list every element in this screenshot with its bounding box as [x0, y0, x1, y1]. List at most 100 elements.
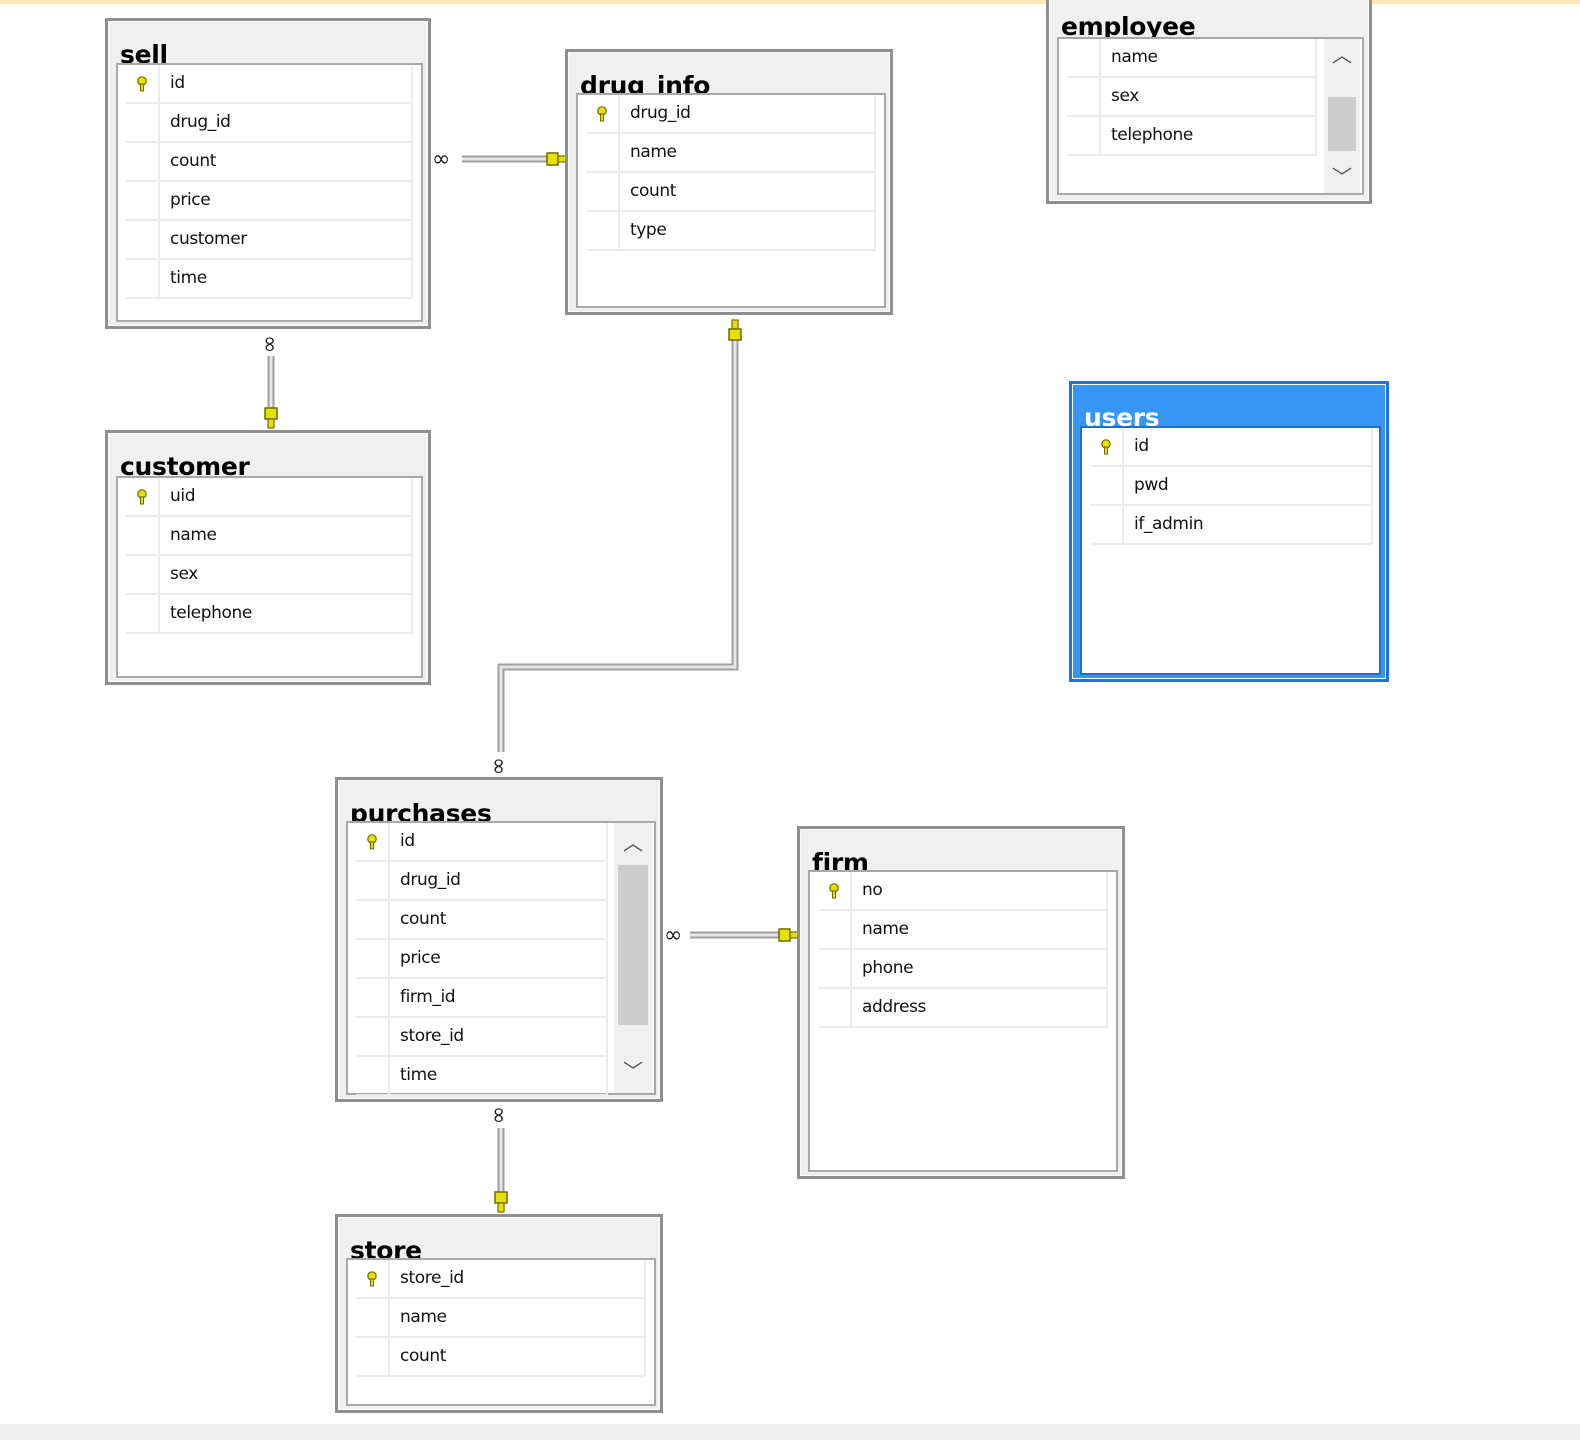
- column-row[interactable]: no: [818, 872, 1108, 911]
- row-selector[interactable]: [126, 104, 160, 141]
- scrollbar[interactable]: ︿ ﹀: [614, 823, 652, 1093]
- row-selector[interactable]: [356, 1299, 390, 1336]
- row-selector[interactable]: [356, 823, 390, 860]
- column-row[interactable]: name: [126, 517, 413, 556]
- row-selector[interactable]: [586, 95, 620, 132]
- row-selector[interactable]: [126, 182, 160, 219]
- column-row[interactable]: name: [356, 1299, 646, 1338]
- scroll-thumb[interactable]: [1328, 97, 1356, 151]
- row-selector[interactable]: [1067, 39, 1101, 76]
- column-row[interactable]: store_id: [356, 1260, 646, 1299]
- row-selector[interactable]: [356, 940, 390, 977]
- scroll-thumb[interactable]: [618, 865, 648, 1025]
- chevron-down-icon[interactable]: ﹀: [614, 1057, 652, 1085]
- row-selector[interactable]: [126, 517, 160, 554]
- column-row[interactable]: address: [818, 989, 1108, 1028]
- scrollbar[interactable]: ︿ ﹀: [1324, 39, 1360, 193]
- primary-key-icon: [728, 319, 742, 341]
- row-selector[interactable]: [356, 1338, 390, 1375]
- column-row[interactable]: price: [356, 940, 608, 979]
- column-row[interactable]: drug_id: [586, 95, 876, 134]
- column-row[interactable]: count: [356, 901, 608, 940]
- column-name: sex: [170, 564, 198, 584]
- column-row[interactable]: store_id: [356, 1018, 608, 1057]
- column-row[interactable]: customer: [126, 221, 413, 260]
- row-selector[interactable]: [126, 260, 160, 297]
- column-name: count: [400, 1346, 446, 1366]
- column-row[interactable]: name: [586, 134, 876, 173]
- column-row[interactable]: uid: [126, 478, 413, 517]
- rel-purchases-drug-info[interactable]: ∞: [486, 319, 742, 775]
- row-selector[interactable]: [1067, 78, 1101, 115]
- row-selector[interactable]: [356, 901, 390, 938]
- column-row[interactable]: phone: [818, 950, 1108, 989]
- column-name: name: [1111, 47, 1158, 67]
- rel-purchases-firm[interactable]: ∞: [664, 923, 799, 948]
- row-selector[interactable]: [1090, 506, 1124, 543]
- column-name: name: [170, 525, 217, 545]
- column-row[interactable]: price: [126, 182, 413, 221]
- column-row[interactable]: id: [126, 65, 413, 104]
- column-row[interactable]: pwd: [1090, 467, 1373, 506]
- table-store[interactable]: store store_id name count: [335, 1214, 663, 1413]
- column-row[interactable]: drug_id: [356, 862, 608, 901]
- column-row[interactable]: count: [586, 173, 876, 212]
- row-selector[interactable]: [126, 221, 160, 258]
- column-row[interactable]: name: [1067, 39, 1317, 78]
- column-row[interactable]: count: [356, 1338, 646, 1377]
- row-selector[interactable]: [1067, 117, 1101, 154]
- row-selector[interactable]: [1090, 467, 1124, 504]
- row-selector[interactable]: [1090, 428, 1124, 465]
- column-name: if_admin: [1134, 514, 1204, 534]
- table-title-customer: customer: [120, 452, 250, 477]
- row-selector[interactable]: [586, 212, 620, 249]
- row-selector[interactable]: [126, 556, 160, 593]
- row-selector[interactable]: [126, 65, 160, 102]
- row-selector[interactable]: [356, 1057, 390, 1094]
- row-selector[interactable]: [818, 950, 852, 987]
- column-row[interactable]: sex: [126, 556, 413, 595]
- row-selector[interactable]: [586, 134, 620, 171]
- rel-purchases-store[interactable]: ∞: [486, 1106, 511, 1213]
- row-selector[interactable]: [126, 143, 160, 180]
- table-customer[interactable]: customer uid name sex telephone: [105, 430, 431, 685]
- infinity-icon: ∞: [486, 1106, 511, 1124]
- column-list: uid name sex telephone: [126, 478, 413, 634]
- column-row[interactable]: type: [586, 212, 876, 251]
- row-selector[interactable]: [356, 1018, 390, 1055]
- row-selector[interactable]: [356, 862, 390, 899]
- row-selector[interactable]: [356, 979, 390, 1016]
- column-row[interactable]: telephone: [126, 595, 413, 634]
- table-drug-info[interactable]: drug_info drug_id name count type: [565, 49, 893, 315]
- row-selector[interactable]: [818, 911, 852, 948]
- rel-sell-drug-info[interactable]: ∞: [432, 147, 567, 172]
- table-body-store: store_id name count: [346, 1258, 656, 1406]
- table-sell[interactable]: sell id drug_id count price customer time: [105, 18, 431, 329]
- column-row[interactable]: sex: [1067, 78, 1317, 117]
- column-row[interactable]: id: [1090, 428, 1373, 467]
- column-row[interactable]: drug_id: [126, 104, 413, 143]
- column-row[interactable]: if_admin: [1090, 506, 1373, 545]
- row-selector[interactable]: [126, 478, 160, 515]
- row-selector[interactable]: [356, 1260, 390, 1297]
- row-selector[interactable]: [126, 595, 160, 632]
- column-row[interactable]: id: [356, 823, 608, 862]
- primary-key-icon: [137, 76, 147, 92]
- column-row[interactable]: name: [818, 911, 1108, 950]
- table-users[interactable]: users id pwd if_admin: [1069, 381, 1389, 682]
- table-firm[interactable]: firm no name phone address: [797, 826, 1125, 1179]
- table-employee[interactable]: employee name sex telephone ︿ ﹀: [1046, 0, 1372, 204]
- column-row[interactable]: time: [126, 260, 413, 299]
- rel-sell-customer[interactable]: ∞: [257, 335, 282, 429]
- column-row[interactable]: telephone: [1067, 117, 1317, 156]
- chevron-up-icon[interactable]: ︿: [1324, 41, 1360, 69]
- chevron-down-icon[interactable]: ﹀: [1324, 163, 1360, 191]
- row-selector[interactable]: [818, 989, 852, 1026]
- table-purchases[interactable]: purchases id drug_id count price firm_id stor…: [335, 777, 663, 1102]
- column-row[interactable]: count: [126, 143, 413, 182]
- column-row[interactable]: firm_id: [356, 979, 608, 1018]
- row-selector[interactable]: [586, 173, 620, 210]
- row-selector[interactable]: [818, 872, 852, 909]
- column-row[interactable]: time: [356, 1057, 608, 1096]
- chevron-up-icon[interactable]: ︿: [614, 829, 652, 857]
